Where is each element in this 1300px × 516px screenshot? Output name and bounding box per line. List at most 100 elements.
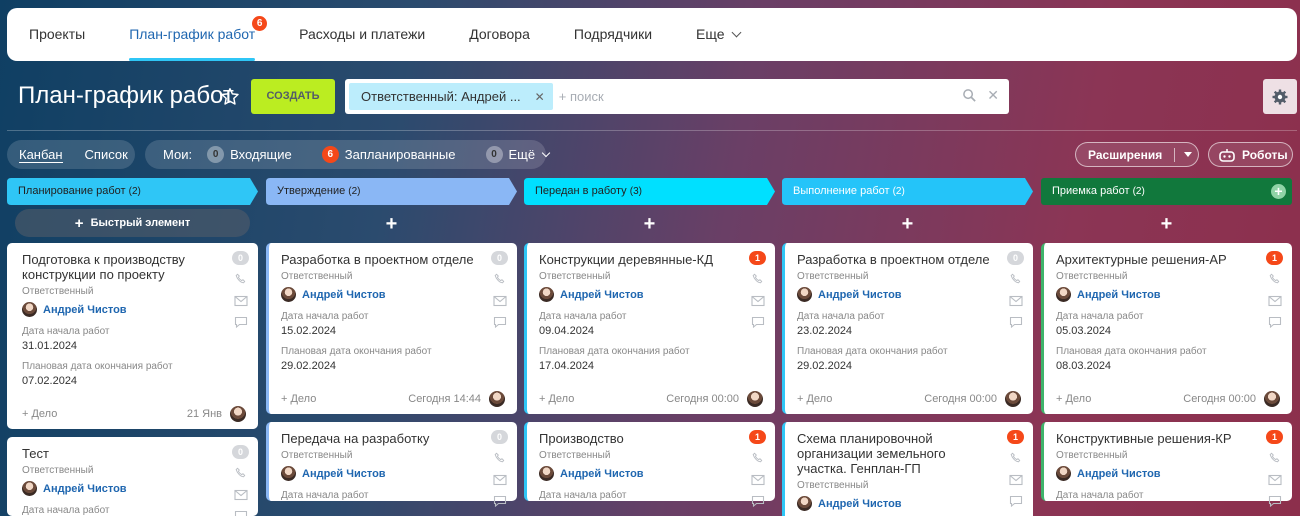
- phone-icon[interactable]: [751, 452, 765, 464]
- chat-icon[interactable]: [1268, 316, 1282, 328]
- card-title[interactable]: Архитектурные решения-АР: [1056, 252, 1256, 267]
- add-deal-link[interactable]: + Дело: [1056, 393, 1091, 405]
- clear-icon[interactable]: ✕: [987, 87, 999, 104]
- stage-header[interactable]: Утверждение (2): [266, 178, 517, 205]
- chat-icon[interactable]: [493, 495, 507, 507]
- phone-icon[interactable]: [493, 273, 507, 285]
- quick-add-button[interactable]: + Быстрый элемент: [15, 209, 250, 237]
- card-title[interactable]: Тест: [22, 446, 222, 461]
- kanban-card[interactable]: Архитектурные решения-АР 1 Ответственный…: [1041, 243, 1292, 414]
- tab-projects[interactable]: Проекты: [29, 8, 85, 61]
- phone-icon[interactable]: [1009, 273, 1023, 285]
- counter-more[interactable]: 0 Ещё: [485, 146, 551, 163]
- counter-planned[interactable]: 6 Запланированные: [321, 146, 456, 163]
- phone-icon[interactable]: [234, 467, 248, 479]
- mail-icon[interactable]: [1268, 295, 1282, 307]
- kanban-card[interactable]: Конструкции деревянные-КД 1 Ответственны…: [524, 243, 775, 414]
- search-input[interactable]: + поиск: [559, 89, 604, 104]
- card-responsible[interactable]: Андрей Чистов: [22, 302, 246, 317]
- search-filter-bar[interactable]: Ответственный: Андрей ... ✕ + поиск ✕: [345, 79, 1009, 114]
- add-card-button[interactable]: +: [266, 205, 517, 243]
- add-deal-link[interactable]: + Дело: [539, 393, 574, 405]
- filter-chip[interactable]: Ответственный: Андрей ... ✕: [349, 83, 553, 110]
- mail-icon[interactable]: [1009, 295, 1023, 307]
- robots-button[interactable]: Роботы: [1208, 142, 1293, 167]
- kanban-card[interactable]: Разработка в проектном отделе 0 Ответств…: [782, 243, 1033, 414]
- mail-icon[interactable]: [751, 474, 765, 486]
- add-card-button[interactable]: +: [524, 205, 775, 243]
- tab-more[interactable]: Еще: [696, 8, 741, 61]
- settings-button[interactable]: [1263, 79, 1297, 114]
- stage-header[interactable]: Планирование работ (2): [7, 178, 258, 205]
- add-card-button[interactable]: +: [782, 205, 1033, 243]
- end-date: 08.03.2024: [1056, 360, 1112, 372]
- chat-icon[interactable]: [234, 316, 248, 328]
- card-title[interactable]: Конструкции деревянные-КД: [539, 252, 739, 267]
- mail-icon[interactable]: [493, 295, 507, 307]
- mail-icon[interactable]: [234, 295, 248, 307]
- kanban-card[interactable]: Подготовка к производству конструкции по…: [7, 243, 258, 429]
- add-deal-link[interactable]: + Дело: [281, 393, 316, 405]
- card-responsible[interactable]: Андрей Чистов: [281, 287, 505, 302]
- phone-icon[interactable]: [1009, 452, 1023, 464]
- dropdown-arrow-icon[interactable]: [1184, 152, 1193, 157]
- counter-incoming[interactable]: 0 Входящие: [207, 146, 292, 163]
- chat-icon[interactable]: [1009, 495, 1023, 507]
- chat-icon[interactable]: [493, 316, 507, 328]
- chat-icon[interactable]: [1268, 495, 1282, 507]
- view-kanban[interactable]: Канбан: [19, 147, 63, 163]
- card-title[interactable]: Производство: [539, 431, 739, 446]
- tab-expenses[interactable]: Расходы и платежи: [299, 8, 425, 61]
- mail-icon[interactable]: [493, 474, 507, 486]
- card-responsible[interactable]: Андрей Чистов: [539, 287, 763, 302]
- kanban-card[interactable]: Конструктивные решения-КР 1 Ответственны…: [1041, 422, 1292, 507]
- add-stage-icon[interactable]: +: [1271, 184, 1286, 199]
- card-responsible[interactable]: Андрей Чистов: [1056, 287, 1280, 302]
- star-icon[interactable]: [219, 86, 241, 108]
- phone-icon[interactable]: [1268, 273, 1282, 285]
- kanban-card[interactable]: Разработка в проектном отделе 0 Ответств…: [266, 243, 517, 414]
- stage-header[interactable]: Передан в работу (3): [524, 178, 775, 205]
- stage-header[interactable]: Выполнение работ (2): [782, 178, 1033, 205]
- add-card-button[interactable]: +: [1041, 205, 1292, 243]
- mail-icon[interactable]: [751, 295, 765, 307]
- kanban-card[interactable]: Производство 1 Ответственный Андрей Чист…: [524, 422, 775, 507]
- stage-header[interactable]: Приемка работ (2) +: [1041, 178, 1292, 205]
- card-responsible[interactable]: Андрей Чистов: [539, 466, 763, 481]
- create-button[interactable]: СОЗДАТЬ: [251, 79, 335, 114]
- phone-icon[interactable]: [751, 273, 765, 285]
- phone-icon[interactable]: [1268, 452, 1282, 464]
- card-responsible[interactable]: Андрей Чистов: [281, 466, 505, 481]
- view-list[interactable]: Список: [85, 147, 128, 162]
- close-icon[interactable]: ✕: [535, 90, 545, 104]
- chat-icon[interactable]: [1009, 316, 1023, 328]
- card-title[interactable]: Конструктивные решения-КР: [1056, 431, 1256, 446]
- extensions-button[interactable]: Расширения: [1075, 142, 1199, 167]
- card-responsible[interactable]: Андрей Чистов: [22, 481, 246, 496]
- chat-icon[interactable]: [751, 316, 765, 328]
- card-title[interactable]: Разработка в проектном отделе: [281, 252, 481, 267]
- tab-schedule[interactable]: План-график работ 6: [129, 8, 268, 61]
- kanban-card[interactable]: Схема планировочной организации земельно…: [782, 422, 1033, 516]
- phone-icon[interactable]: [493, 452, 507, 464]
- phone-icon[interactable]: [234, 273, 248, 285]
- card-title[interactable]: Передача на разработку: [281, 431, 481, 446]
- mail-icon[interactable]: [234, 489, 248, 501]
- card-title[interactable]: Разработка в проектном отделе: [797, 252, 997, 267]
- search-icon[interactable]: [962, 88, 977, 103]
- add-deal-link[interactable]: + Дело: [797, 393, 832, 405]
- chat-icon[interactable]: [751, 495, 765, 507]
- tab-contracts[interactable]: Договора: [469, 8, 530, 61]
- card-title[interactable]: Схема планировочной организации земельно…: [797, 431, 997, 476]
- kanban-card[interactable]: Тест 0 Ответственный Андрей Чистов Дата …: [7, 437, 258, 516]
- card-title[interactable]: Подготовка к производству конструкции по…: [22, 252, 222, 282]
- card-responsible[interactable]: Андрей Чистов: [1056, 466, 1280, 481]
- chat-icon[interactable]: [234, 510, 248, 516]
- kanban-card[interactable]: Передача на разработку 0 Ответственный А…: [266, 422, 517, 507]
- card-responsible[interactable]: Андрей Чистов: [797, 287, 1021, 302]
- mail-icon[interactable]: [1009, 474, 1023, 486]
- card-responsible[interactable]: Андрей Чистов: [797, 496, 1021, 511]
- tab-contractors[interactable]: Подрядчики: [574, 8, 652, 61]
- add-deal-link[interactable]: + Дело: [22, 408, 57, 420]
- mail-icon[interactable]: [1268, 474, 1282, 486]
